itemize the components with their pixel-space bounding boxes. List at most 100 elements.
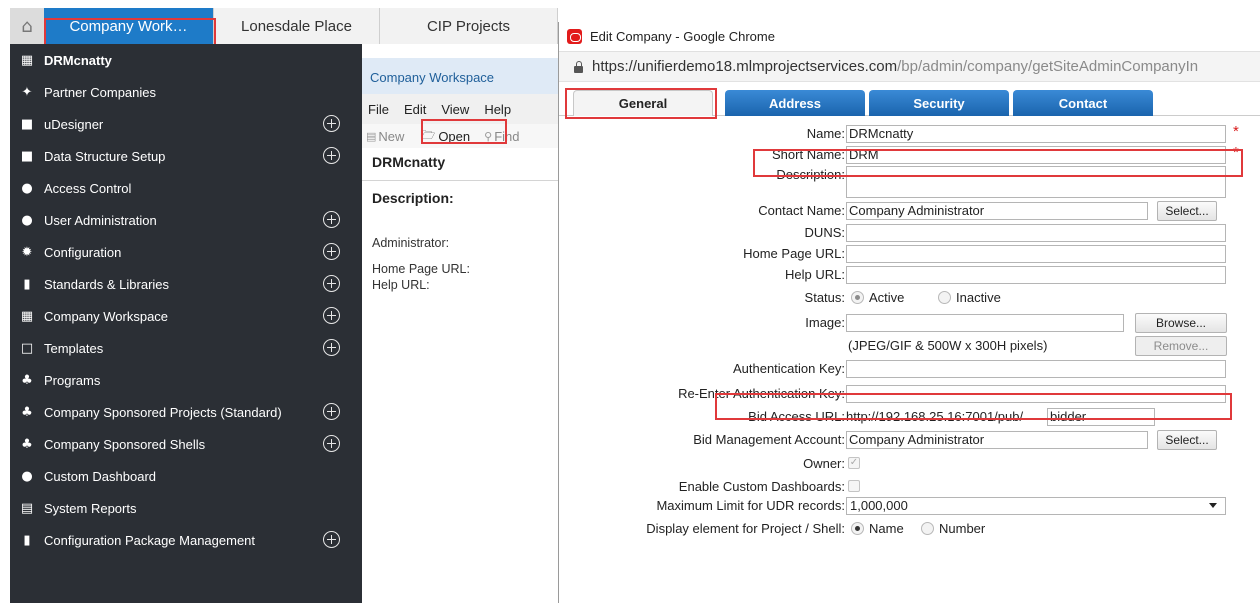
image-size-note: (JPEG/GIF & 500W x 300H pixels) [848,338,1048,353]
expand-icon[interactable] [323,243,340,260]
open-button[interactable]: Open [438,129,470,144]
status-inactive-option[interactable]: Inactive [938,290,1001,305]
image-input[interactable] [846,314,1124,332]
sidebar-item-access-control[interactable]: ● Access Control [10,172,362,204]
bid-access-url-input[interactable]: bidder [1047,408,1155,426]
sidebar-item-label: Company Sponsored Projects (Standard) [44,404,282,420]
sidebar-item-label: System Reports [44,500,137,516]
sidebar-item-label: Configuration [44,244,122,260]
sidebar-item-label: Custom Dashboard [44,468,156,484]
tab-lonesdale-place[interactable]: Lonesdale Place [214,8,380,44]
expand-icon[interactable] [323,307,340,324]
home-icon[interactable]: ⌂ [10,8,44,44]
row-owner: Owner: ✓ [559,454,1260,474]
expand-icon[interactable] [323,275,340,292]
sitemap-icon: ♣ [21,436,33,452]
sidebar-item-configuration-package-management[interactable]: ▮ Configuration Package Management [10,524,362,556]
enable-custom-dashboards-label: Enable Custom Dashboards: [678,479,845,494]
menu-edit[interactable]: Edit [404,102,426,117]
new-button[interactable]: New [378,129,404,144]
sidebar-item-partner-companies[interactable]: ✦ Partner Companies [10,76,362,108]
radio-number[interactable] [921,522,934,535]
status-active-label: Active [869,290,905,305]
expand-icon[interactable] [323,403,340,420]
sidebar-item-udesigner[interactable]: ■ uDesigner [10,108,362,140]
square-icon: ■ [20,116,34,132]
sidebar-item-system-reports[interactable]: ▤ System Reports [10,492,362,524]
row-contact-name: Contact Name: Company Administrator Sele… [559,201,1260,221]
find-button[interactable]: Find [494,129,519,144]
home-page-url-input[interactable] [846,245,1226,263]
remove-button[interactable]: Remove... [1135,336,1227,356]
sidebar-item-company[interactable]: ▦ DRMcnatty [10,44,362,76]
row-status: Status: Active Inactive [559,288,1260,308]
radio-inactive[interactable] [938,291,951,304]
menu-view[interactable]: View [441,102,469,117]
duns-input[interactable] [846,224,1226,242]
menu-file[interactable]: File [368,102,389,117]
display-number-label: Number [939,521,986,536]
contact-name-input[interactable]: Company Administrator [846,202,1148,220]
row-max-udr: Maximum Limit for UDR records: 1,000,000 [559,496,1260,516]
description-textarea[interactable] [846,166,1226,198]
tab-contact[interactable]: Contact [1013,90,1153,116]
dashboard-icon: ● [21,468,33,484]
bid-access-url-prefix: http://192.168.25.16:7001/pub/ [846,409,1024,424]
row-help-url: Help URL: [559,265,1260,285]
description-label: Description: [776,167,845,182]
display-name-option[interactable]: Name [851,521,904,536]
max-udr-select[interactable]: 1,000,000 [846,497,1226,515]
company-name: DRMcnatty [372,154,446,170]
name-input[interactable]: DRMcnatty [846,125,1226,143]
browse-button[interactable]: Browse... [1135,313,1227,333]
short-name-input[interactable]: DRM [846,146,1226,164]
sidebar-item-company-workspace[interactable]: ▦ Company Workspace [10,300,362,332]
sidebar-item-user-administration[interactable]: ● User Administration [10,204,362,236]
bid-account-select-button[interactable]: Select... [1157,430,1217,450]
expand-icon[interactable] [323,211,340,228]
sidebar-item-configuration[interactable]: ✹ Configuration [10,236,362,268]
row-description: Description: [559,165,1260,198]
tab-company-workspace[interactable]: Company Work… [44,8,214,44]
sidebar-item-data-structure-setup[interactable]: ■ Data Structure Setup [10,140,362,172]
help-url-input[interactable] [846,266,1226,284]
expand-icon[interactable] [323,435,340,452]
users-icon: ● [21,212,33,228]
expand-icon[interactable] [323,339,340,356]
owner-checkbox[interactable]: ✓ [848,457,860,469]
contact-select-button[interactable]: Select... [1157,201,1217,221]
help-url-label: Help URL: [372,278,430,292]
bid-management-account-input[interactable]: Company Administrator [846,431,1148,449]
sidebar-item-company-sponsored-projects[interactable]: ♣ Company Sponsored Projects (Standard) [10,396,362,428]
oracle-logo-icon [567,29,582,44]
menu-help[interactable]: Help [484,102,511,117]
sidebar-item-company-sponsored-shells[interactable]: ♣ Company Sponsored Shells [10,428,362,460]
expand-icon[interactable] [323,531,340,548]
sidebar-item-standards-libraries[interactable]: ▮ Standards & Libraries [10,268,362,300]
sidebar-item-programs[interactable]: ♣ Programs [10,364,362,396]
tab-general[interactable]: General [573,90,713,116]
status-active-option[interactable]: Active [851,290,904,305]
status-label: Status: [804,290,845,305]
radio-active[interactable] [851,291,864,304]
sidebar-item-templates[interactable]: □ Templates [10,332,362,364]
square-icon: ■ [20,148,34,164]
sidebar-item-label: Company Workspace [44,308,169,324]
radio-name[interactable] [851,522,864,535]
enable-custom-dashboards-checkbox[interactable] [848,480,860,492]
url-path: /bp/admin/company/getSiteAdminCompanyIn [897,58,1199,75]
expand-icon[interactable] [323,147,340,164]
reenter-authentication-key-input[interactable] [846,385,1226,403]
tab-address[interactable]: Address [725,90,865,116]
gear-icon: ✹ [21,244,33,260]
expand-icon[interactable] [323,115,340,132]
authentication-key-input[interactable] [846,360,1226,378]
sidebar-item-custom-dashboard[interactable]: ● Custom Dashboard [10,460,362,492]
display-number-option[interactable]: Number [921,521,985,536]
window-title: Edit Company - Google Chrome [590,29,775,44]
address-bar[interactable]: https://unifierdemo18.mlmprojectservices… [559,52,1260,82]
tab-security[interactable]: Security [869,90,1009,116]
tab-cip-projects[interactable]: CIP Projects [380,8,558,44]
row-name: Name: DRMcnatty * [559,123,1260,144]
row-enable-custom-dashboards: Enable Custom Dashboards: [559,477,1260,497]
